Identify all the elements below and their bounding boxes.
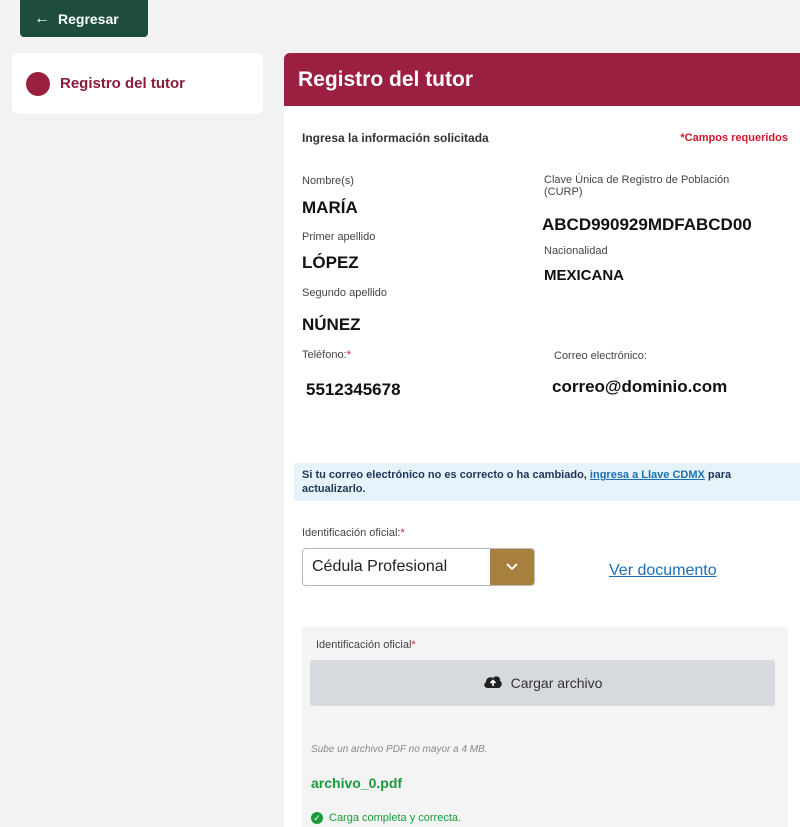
ver-documento-link[interactable]: Ver documento xyxy=(609,562,717,580)
segundo-apellido-value: NÚNEZ xyxy=(302,315,361,334)
identificacion-select[interactable]: Cédula Profesional xyxy=(302,548,535,586)
nacionalidad-label: Nacionalidad xyxy=(544,245,608,257)
step-indicator-icon xyxy=(26,71,50,96)
panel-title: Registro del tutor xyxy=(284,53,800,106)
email-info-notice: Si tu correo electrónico no es correcto … xyxy=(294,463,800,501)
telefono-label: Teléfono:* xyxy=(302,349,351,361)
nacionalidad-value: MEXICANA xyxy=(544,267,625,284)
instructions: Ingresa la información solicitada xyxy=(302,131,489,145)
primer-apellido-value: LÓPEZ xyxy=(302,253,359,272)
upload-status: ✓ Carga completa y correcta. xyxy=(311,812,461,824)
back-button-label: Regresar xyxy=(58,10,119,27)
upload-button-label: Cargar archivo xyxy=(510,675,603,691)
upload-file-button[interactable]: Cargar archivo xyxy=(310,660,775,706)
required-note: *Campos requeridos xyxy=(680,132,788,144)
nombre-label: Nombre(s) xyxy=(302,175,354,187)
chevron-down-icon[interactable] xyxy=(490,549,534,585)
correo-value: correo@dominio.com xyxy=(552,377,728,396)
nombre-value: MARÍA xyxy=(302,198,358,217)
identificacion-label: Identificación oficial:* xyxy=(302,527,405,539)
upload-section: Identificación oficial* Cargar archivo S… xyxy=(302,627,788,827)
correo-label: Correo electrónico: xyxy=(554,350,647,362)
upload-hint: Sube un archivo PDF no mayor a 4 MB. xyxy=(311,744,488,755)
upload-label: Identificación oficial* xyxy=(316,639,416,651)
uploaded-file-name: archivo_0.pdf xyxy=(311,775,403,791)
segundo-apellido-label: Segundo apellido xyxy=(302,287,388,299)
info-prefix: Si tu correo electrónico no es correcto … xyxy=(302,469,587,481)
primer-apellido-label: Primer apellido xyxy=(302,231,376,243)
llave-cdmx-link[interactable]: ingresa a Llave CDMX xyxy=(590,469,705,481)
sidebar-item-registro-tutor[interactable]: Registro del tutor xyxy=(12,53,263,114)
cloud-upload-icon xyxy=(483,674,503,693)
identificacion-selected-value: Cédula Profesional xyxy=(312,558,448,575)
curp-value: ABCD990929MDFABCD00 xyxy=(542,215,752,234)
back-button[interactable]: ← Regresar xyxy=(20,0,148,37)
upload-status-text: Carga completa y correcta. xyxy=(329,812,462,824)
curp-label: Clave Única de Registro de Población (CU… xyxy=(544,174,730,198)
form-panel: Registro del tutor Ingresa la informació… xyxy=(284,53,800,827)
telefono-value: 5512345678 xyxy=(306,380,401,399)
check-circle-icon: ✓ xyxy=(311,812,323,824)
sidebar-item-label: Registro del tutor xyxy=(60,75,186,92)
arrow-left-icon: ← xyxy=(34,9,50,27)
